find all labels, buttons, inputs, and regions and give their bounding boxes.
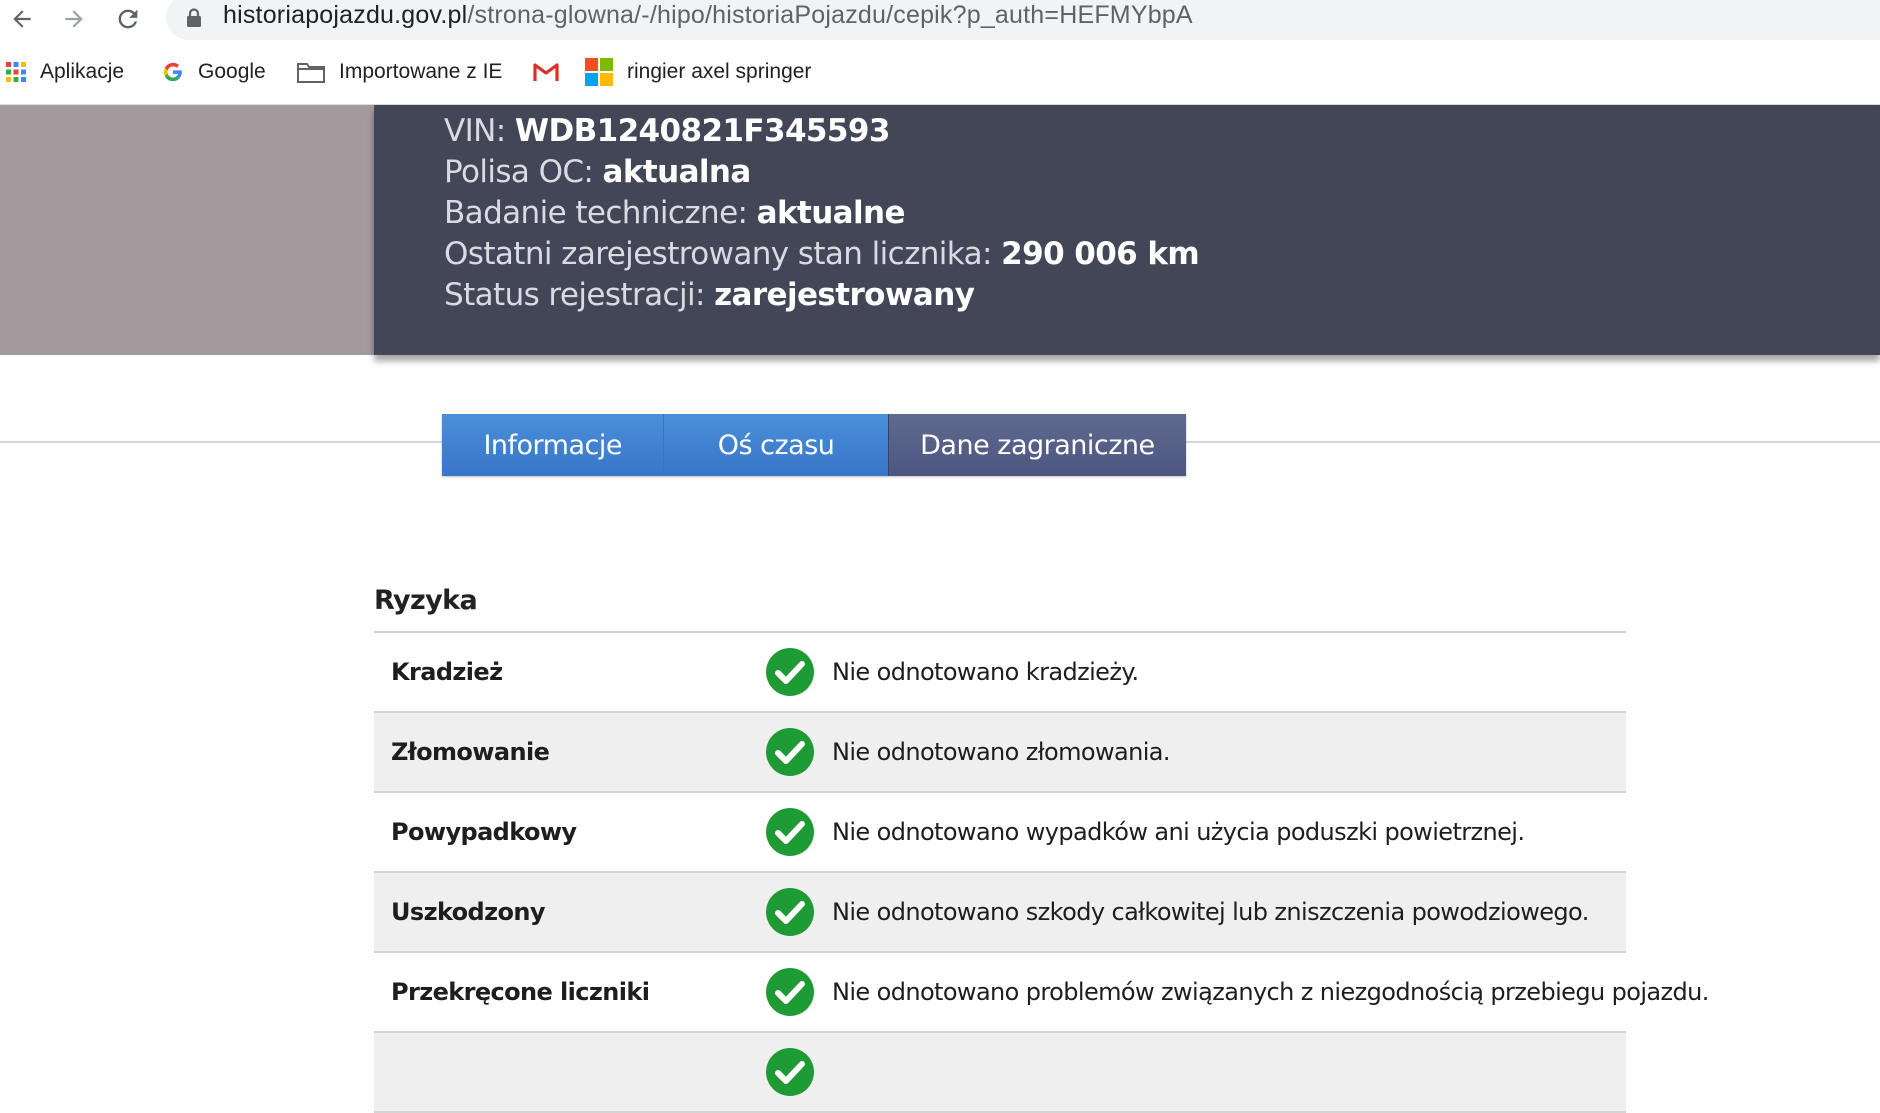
table-row: Kradzież Nie odnotowano kradzieży. [374, 633, 1626, 713]
table-row: Uszkodzony Nie odnotowano szkody całkowi… [374, 873, 1626, 953]
risk-name: Złomowanie [391, 738, 550, 766]
reload-icon [118, 9, 138, 29]
address-bar[interactable]: historiapojazdu.gov.pl/strona-glowna/-/h… [166, 0, 1880, 40]
risk-name: Powypadkowy [391, 818, 577, 846]
vin-label: VIN: [444, 113, 506, 149]
odometer-value: 290 006 km [1001, 236, 1200, 272]
risk-description: Nie odnotowano kradzieży. [832, 658, 1139, 686]
bookmarks-bar: Aplikacje Google Importowane z IE ringie… [0, 52, 1880, 92]
vin-line: VIN: WDB1240821F345593 [444, 113, 890, 149]
tab-os-czasu[interactable]: Oś czasu [663, 414, 888, 476]
back-button[interactable] [0, 0, 44, 38]
check-icon [766, 968, 814, 1016]
folder-icon [297, 61, 325, 83]
google-icon [162, 61, 184, 83]
risk-description: Nie odnotowano szkody całkowitej lub zni… [832, 898, 1589, 926]
table-row: Powypadkowy Nie odnotowano wypadków ani … [374, 793, 1626, 873]
risk-name: Przekręcone liczniki [391, 978, 650, 1006]
status-value: zarejestrowany [714, 277, 975, 313]
check-icon [766, 808, 814, 856]
table-row: Przekręcone liczniki Nie odnotowano prob… [374, 953, 1709, 1033]
browser-toolbar: historiapojazdu.gov.pl/strona-glowna/-/h… [0, 0, 1880, 105]
oc-line: Polisa OC: aktualna [444, 154, 751, 190]
status-line: Status rejestracji: zarejestrowany [444, 277, 975, 313]
windows-logo-icon [585, 58, 613, 86]
risks-title: Ryzyka [374, 585, 478, 616]
bookmark-label: Google [198, 60, 266, 83]
bookmark-label: Importowane z IE [339, 60, 503, 83]
risk-name: Kradzież [391, 658, 503, 686]
vehicle-summary-card: VIN: WDB1240821F345593 Polisa OC: aktual… [374, 105, 1880, 355]
url-path: /strona-glowna/-/hipo/historiaPojazdu/ce… [467, 1, 1193, 29]
check-icon [766, 1048, 814, 1096]
url-domain: historiapojazdu.gov.pl [223, 1, 468, 29]
table-row [374, 1033, 1626, 1113]
gmail-icon [533, 62, 559, 82]
inspection-label: Badanie techniczne: [444, 195, 748, 231]
bookmark-google[interactable]: Google [162, 52, 266, 92]
inspection-value: aktualne [756, 195, 906, 231]
forward-button[interactable] [52, 0, 96, 38]
vehicle-photo-placeholder [0, 105, 374, 355]
risk-description: Nie odnotowano wypadków ani użycia podus… [832, 818, 1525, 846]
bookmark-ringier[interactable]: ringier axel springer [585, 52, 811, 92]
arrow-right-icon [65, 10, 83, 28]
bookmark-label: ringier axel springer [627, 60, 812, 83]
tab-bar: Informacje Oś czasu Dane zagraniczne [442, 414, 1186, 476]
check-icon [766, 648, 814, 696]
table-row: Złomowanie Nie odnotowano złomowania. [374, 713, 1626, 793]
apps-grid-icon [6, 62, 26, 82]
lock-icon [187, 8, 201, 27]
bookmark-gmail[interactable] [533, 52, 573, 92]
oc-value: aktualna [602, 154, 752, 190]
check-icon [766, 728, 814, 776]
url-text: historiapojazdu.gov.pl/strona-glowna/-/h… [223, 1, 1193, 30]
risk-description: Nie odnotowano problemów związanych z ni… [832, 978, 1709, 1006]
risks-table: Kradzież Nie odnotowano kradzieży. Złomo… [374, 631, 1709, 1113]
risk-description: Nie odnotowano złomowania. [832, 738, 1171, 766]
oc-label: Polisa OC: [444, 154, 594, 190]
odometer-label: Ostatni zarejestrowany stan licznika: [444, 236, 992, 272]
vin-value: WDB1240821F345593 [514, 113, 891, 149]
reload-button[interactable] [106, 0, 150, 38]
tab-dane-zagraniczne[interactable]: Dane zagraniczne [887, 414, 1186, 476]
tab-informacje[interactable]: Informacje [442, 414, 664, 476]
check-icon [766, 888, 814, 936]
status-label: Status rejestracji: [444, 277, 705, 313]
inspection-line: Badanie techniczne: aktualne [444, 195, 906, 231]
bookmark-apps[interactable]: Aplikacje [6, 52, 124, 92]
odometer-line: Ostatni zarejestrowany stan licznika: 29… [444, 236, 1200, 272]
arrow-left-icon [13, 10, 31, 28]
risk-name: Uszkodzony [391, 898, 546, 926]
bookmark-label: Aplikacje [40, 60, 125, 83]
bookmark-folder-ie[interactable]: Importowane z IE [297, 52, 502, 92]
